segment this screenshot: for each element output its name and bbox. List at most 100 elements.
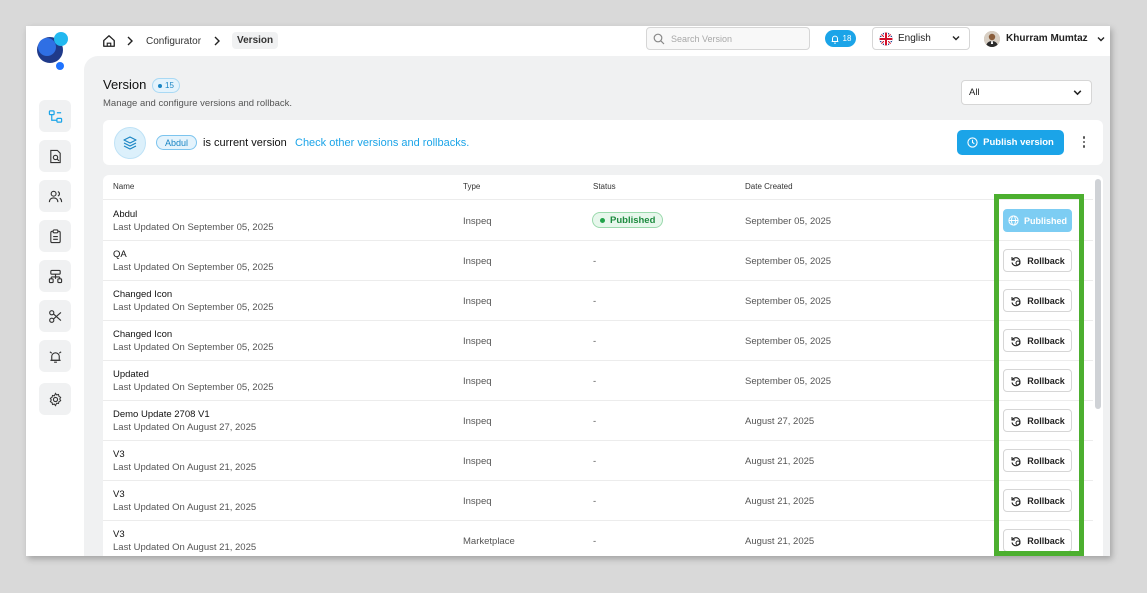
- version-date: September 05, 2025: [745, 256, 832, 267]
- version-name: Changed Icon: [113, 329, 173, 340]
- sidebar-item-hierarchy[interactable]: [39, 260, 71, 292]
- version-status: -: [593, 456, 597, 467]
- current-version-text: is current version: [203, 137, 287, 149]
- version-name: Demo Update 2708 V1: [113, 409, 210, 420]
- rollback-button[interactable]: Rollback: [1003, 489, 1072, 512]
- column-header-name: Name: [113, 182, 135, 191]
- published-button[interactable]: Published: [1003, 209, 1072, 232]
- version-date: September 05, 2025: [745, 216, 832, 227]
- table-row[interactable]: Abdul Last Updated On September 05, 2025…: [103, 201, 1093, 241]
- status-badge: Published: [592, 212, 664, 228]
- action-label: Published: [1023, 215, 1067, 226]
- rollback-button[interactable]: Rollback: [1003, 529, 1072, 552]
- sidebar-item-workflow[interactable]: [39, 100, 71, 132]
- user-menu[interactable]: Khurram Mumtaz: [984, 27, 1106, 50]
- check-versions-link[interactable]: Check other versions and rollbacks.: [295, 137, 469, 149]
- version-name: Changed Icon: [113, 289, 173, 300]
- notification-count: 18: [842, 34, 852, 43]
- app-logo[interactable]: [32, 30, 74, 72]
- rollback-icon: [1011, 376, 1021, 386]
- version-name: V3: [113, 529, 125, 540]
- versions-table: Name Type Status Date Created Abdul Last…: [103, 175, 1103, 556]
- version-type: Inspeq: [463, 296, 492, 307]
- version-updated: Last Updated On August 21, 2025: [113, 542, 257, 553]
- version-updated: Last Updated On August 21, 2025: [113, 502, 257, 513]
- chevron-down-icon: [1073, 90, 1082, 96]
- table-row[interactable]: V3 Last Updated On August 21, 2025 Marke…: [103, 521, 1093, 556]
- table-row[interactable]: Demo Update 2708 V1 Last Updated On Augu…: [103, 401, 1093, 441]
- globe-icon: [1008, 215, 1019, 226]
- sidebar-item-tools[interactable]: [39, 300, 71, 332]
- action-label: Rollback: [1027, 535, 1065, 546]
- sidebar-item-settings[interactable]: [39, 383, 71, 415]
- rollback-icon: [1011, 336, 1021, 346]
- version-date: August 21, 2025: [745, 456, 815, 467]
- rollback-icon: [1011, 496, 1021, 506]
- action-label: Rollback: [1027, 455, 1065, 466]
- version-count-badge: 15: [152, 78, 180, 93]
- scrollbar-thumb[interactable]: [1095, 179, 1101, 409]
- table-row[interactable]: V3 Last Updated On August 21, 2025 Inspe…: [103, 441, 1093, 481]
- rollback-button[interactable]: Rollback: [1003, 289, 1072, 312]
- action-label: Rollback: [1027, 495, 1065, 506]
- notifications-button[interactable]: 18: [825, 30, 856, 47]
- breadcrumb-configurator[interactable]: Configurator: [146, 26, 201, 56]
- rollback-button[interactable]: Rollback: [1003, 449, 1072, 472]
- table-row[interactable]: Changed Icon Last Updated On September 0…: [103, 321, 1093, 361]
- filter-value: All: [969, 87, 980, 98]
- version-status: -: [593, 376, 597, 387]
- language-select[interactable]: English: [872, 27, 970, 50]
- rollback-icon: [1011, 416, 1021, 426]
- status-dot: [600, 217, 605, 223]
- rollback-button[interactable]: Rollback: [1003, 409, 1072, 432]
- uk-flag-icon: [879, 32, 893, 45]
- home-icon[interactable]: [102, 26, 116, 56]
- current-version-banner: Abdul is current version Check other ver…: [103, 120, 1103, 165]
- sidebar-item-alarms[interactable]: [39, 340, 71, 372]
- version-name: Abdul: [113, 209, 138, 220]
- version-filter-select[interactable]: All: [961, 80, 1092, 105]
- more-options-icon[interactable]: [1077, 132, 1091, 152]
- action-label: Rollback: [1027, 295, 1065, 306]
- search-box[interactable]: [646, 27, 810, 50]
- version-status: -: [593, 536, 597, 547]
- table-row[interactable]: QA Last Updated On September 05, 2025 In…: [103, 241, 1093, 281]
- column-header-type: Type: [463, 182, 481, 191]
- version-date: August 21, 2025: [745, 496, 815, 507]
- rollback-button[interactable]: Rollback: [1003, 329, 1072, 352]
- hierarchy-icon: [48, 269, 62, 283]
- version-type: Inspeq: [463, 216, 492, 227]
- version-updated: Last Updated On August 21, 2025: [113, 462, 257, 473]
- rollback-button[interactable]: Rollback: [1003, 369, 1072, 392]
- document-search-icon: [49, 149, 61, 163]
- status-label: Published: [610, 214, 656, 226]
- rollback-icon: [1011, 296, 1021, 306]
- table-row[interactable]: Changed Icon Last Updated On September 0…: [103, 281, 1093, 321]
- version-type: Inspeq: [463, 456, 492, 467]
- sidebar-item-users[interactable]: [39, 180, 71, 212]
- rollback-button[interactable]: Rollback: [1003, 249, 1072, 272]
- version-type: Inspeq: [463, 496, 492, 507]
- version-updated: Last Updated On August 27, 2025: [113, 422, 257, 433]
- version-updated: Last Updated On September 05, 2025: [113, 342, 274, 353]
- version-date: September 05, 2025: [745, 376, 832, 387]
- sidebar-item-clipboard[interactable]: [39, 220, 71, 252]
- publish-version-button[interactable]: Publish version: [957, 130, 1064, 155]
- version-status: -: [593, 336, 597, 347]
- bell-icon: [831, 35, 838, 44]
- search-icon: [653, 33, 665, 44]
- table-scrollbar[interactable]: [1095, 179, 1101, 556]
- version-date: September 05, 2025: [745, 336, 832, 347]
- alarm-icon: [49, 350, 61, 363]
- publish-version-label: Publish version: [983, 137, 1054, 148]
- clock-icon: [967, 137, 978, 148]
- rollback-icon: [1011, 536, 1021, 546]
- table-row[interactable]: V3 Last Updated On August 21, 2025 Inspe…: [103, 481, 1093, 521]
- sidebar-item-documents[interactable]: [39, 140, 71, 172]
- breadcrumb-current: Version: [232, 32, 279, 49]
- table-row[interactable]: Updated Last Updated On September 05, 20…: [103, 361, 1093, 401]
- search-input[interactable]: [671, 33, 801, 44]
- column-header-status: Status: [593, 182, 616, 191]
- version-name: V3: [113, 449, 125, 460]
- rollback-icon: [1011, 456, 1021, 466]
